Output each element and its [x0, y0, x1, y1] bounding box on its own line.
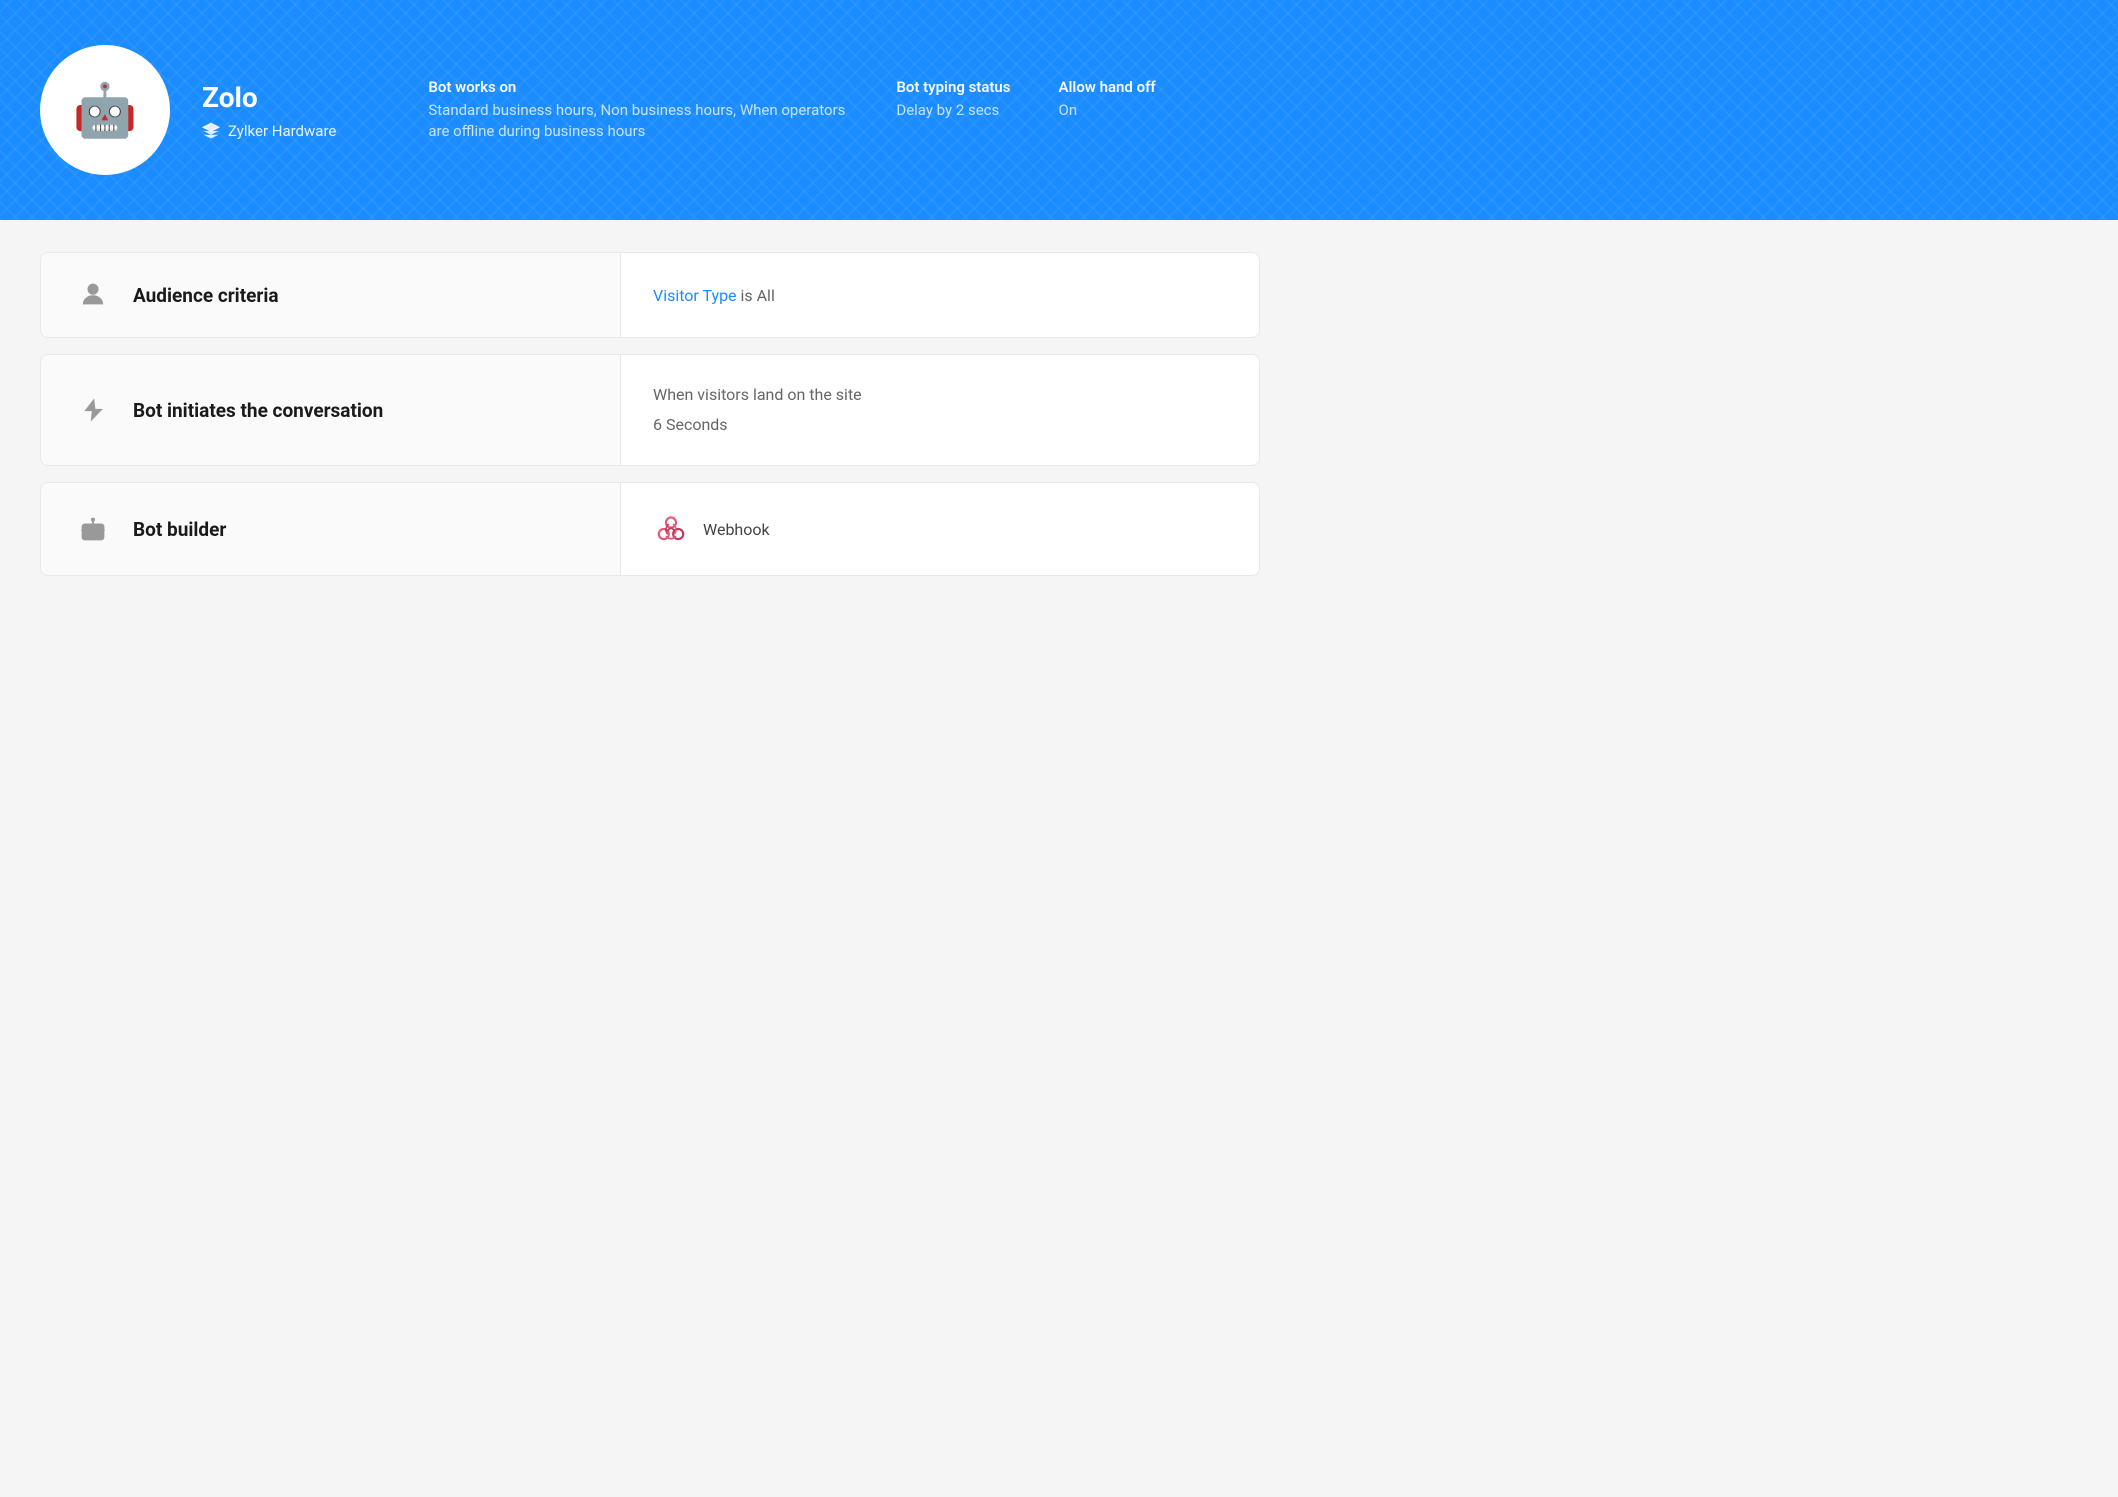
- bot-works-on-value: Standard business hours, Non business ho…: [428, 100, 848, 142]
- bot-initiates-card[interactable]: Bot initiates the conversation When visi…: [40, 354, 1260, 466]
- bot-typing-status-group: Bot typing status Delay by 2 secs: [896, 78, 1010, 142]
- bot-initiates-line2: 6 Seconds: [653, 413, 1227, 437]
- audience-criteria-right: Visitor Type is All: [621, 253, 1259, 337]
- audience-criteria-card[interactable]: Audience criteria Visitor Type is All: [40, 252, 1260, 338]
- visitor-type-is-all: is All: [737, 286, 775, 305]
- allow-hand-off-label: Allow hand off: [1059, 78, 1156, 96]
- bot-builder-card[interactable]: Bot builder Webhook: [40, 482, 1260, 576]
- allow-hand-off-value: On: [1059, 100, 1156, 121]
- bot-builder-right: Webhook: [621, 483, 1259, 575]
- webhook-icon: [653, 511, 689, 547]
- company-name: Zylker Hardware: [228, 122, 336, 140]
- bot-builder-icon: [73, 515, 113, 543]
- visitor-type-link[interactable]: Visitor Type: [653, 286, 737, 305]
- bot-typing-status-value: Delay by 2 secs: [896, 100, 1010, 121]
- bot-company: Zylker Hardware: [202, 122, 336, 140]
- bolt-icon: [73, 396, 113, 424]
- bot-initiates-line1: When visitors land on the site: [653, 383, 1227, 407]
- bot-initiates-title: Bot initiates the conversation: [133, 399, 383, 422]
- audience-criteria-title: Audience criteria: [133, 284, 279, 307]
- main-content: Audience criteria Visitor Type is All Bo…: [0, 220, 1300, 608]
- bot-works-on-group: Bot works on Standard business hours, No…: [428, 78, 848, 142]
- audience-criteria-value: Visitor Type is All: [653, 286, 1227, 305]
- bot-info: Zolo Zylker Hardware: [202, 81, 336, 140]
- audience-person-icon: [73, 281, 113, 309]
- bot-works-on-label: Bot works on: [428, 78, 848, 96]
- bot-avatar: 🤖: [40, 45, 170, 175]
- bot-builder-title: Bot builder: [133, 518, 226, 541]
- bot-initiates-right: When visitors land on the site 6 Seconds: [621, 355, 1259, 465]
- header: 🤖 Zolo Zylker Hardware Bot works on Stan…: [0, 0, 2118, 220]
- allow-hand-off-group: Allow hand off On: [1059, 78, 1156, 142]
- webhook-container: Webhook: [653, 511, 1227, 547]
- bot-name: Zolo: [202, 81, 336, 114]
- webhook-label: Webhook: [703, 520, 770, 539]
- bot-meta: Bot works on Standard business hours, No…: [428, 78, 1155, 142]
- bot-builder-left: Bot builder: [41, 483, 621, 575]
- bot-initiates-left: Bot initiates the conversation: [41, 355, 621, 465]
- bot-avatar-icon: 🤖: [73, 80, 138, 141]
- bot-typing-status-label: Bot typing status: [896, 78, 1010, 96]
- audience-criteria-left: Audience criteria: [41, 253, 621, 337]
- layers-icon: [202, 122, 220, 140]
